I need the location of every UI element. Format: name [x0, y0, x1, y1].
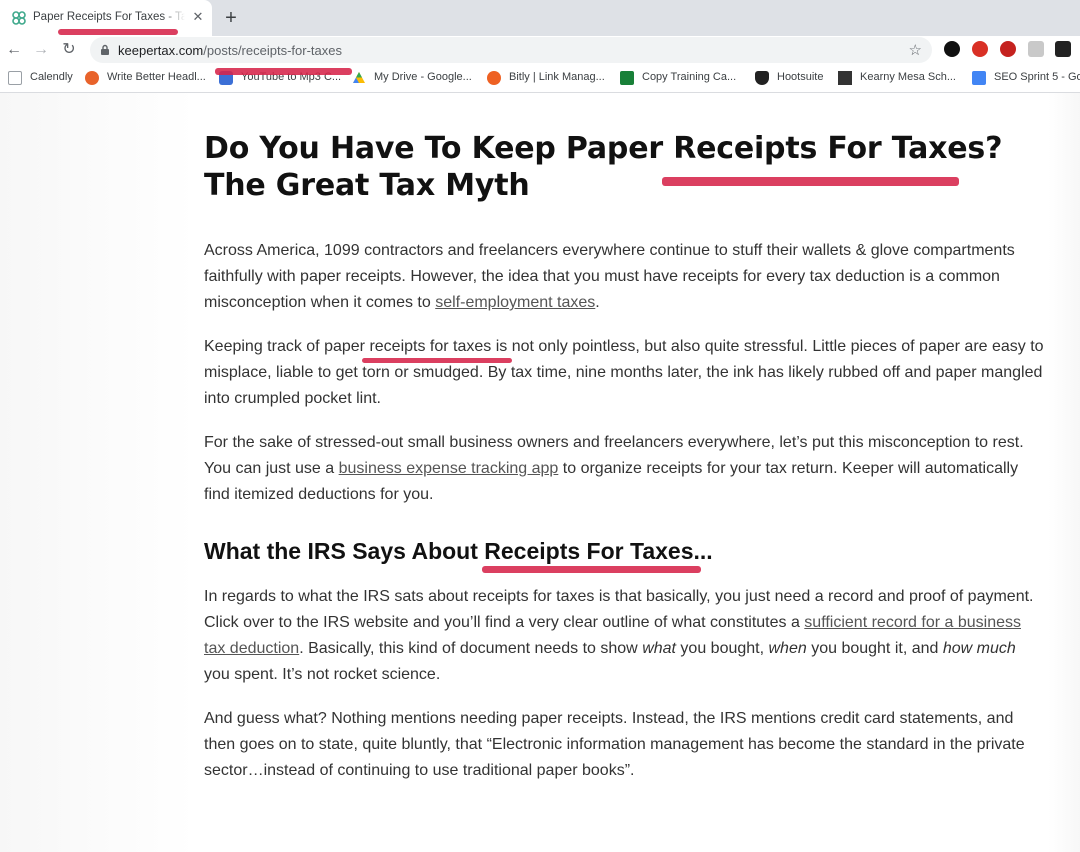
back-arrow-icon[interactable]: ← [4, 40, 24, 60]
url-text: keepertax.com/posts/receipts-for-taxes [118, 43, 342, 58]
bookmark-scribble [215, 68, 352, 75]
checkmark-extension-icon[interactable] [1055, 41, 1071, 57]
keeper-favicon-icon [12, 11, 26, 25]
bookmarks-bar: Calendly Write Better Headl... YouTube t… [0, 64, 1080, 93]
seo-extension-icon[interactable] [1000, 41, 1016, 57]
new-tab-icon[interactable]: + [220, 7, 242, 29]
plus-square-icon [620, 71, 634, 85]
right-margin [1048, 93, 1080, 852]
forward-arrow-icon[interactable]: → [31, 40, 51, 60]
calendar-icon [8, 71, 22, 85]
address-bar[interactable]: keepertax.com/posts/receipts-for-taxes ☆ [90, 37, 932, 63]
google-drive-icon [353, 72, 365, 83]
tab-title-scribble [58, 29, 178, 35]
left-margin [0, 93, 196, 852]
tab-title: Paper Receipts For Taxes - Tax [33, 11, 185, 23]
bitly-icon [487, 71, 501, 85]
self-employment-taxes-link[interactable]: self-employment taxes [435, 294, 595, 311]
close-tab-icon[interactable]: ✕ [191, 10, 205, 24]
paragraph-intro: Across America, 1099 contractors and fre… [204, 242, 1015, 311]
ibc-icon [838, 71, 852, 85]
browser-toolbar: ← → ↻ keepertax.com/posts/receipts-for-t… [0, 36, 1080, 64]
owl-icon [755, 71, 769, 85]
reload-icon[interactable]: ↻ [59, 40, 79, 60]
speech-bubble-extension-icon[interactable] [944, 41, 960, 57]
title-underline-scribble [662, 177, 959, 186]
lock-icon [101, 44, 109, 55]
receipts-underline-scribble [362, 358, 512, 363]
article-title: Do You Have To Keep Paper Receipts For T… [204, 131, 1003, 203]
heading-underline-scribble [482, 566, 701, 573]
business-expense-tracking-app-link[interactable]: business expense tracking app [339, 460, 559, 477]
check-circle-icon [85, 71, 99, 85]
paragraph-keeping-track: Keeping track of paper receipts for taxe… [204, 338, 1044, 407]
grey-extension-icon[interactable] [1028, 41, 1044, 57]
paragraph-stressed-out: For the sake of stressed-out small busin… [204, 434, 1024, 503]
google-docs-icon [972, 71, 986, 85]
section-heading: What the IRS Says About Receipts For Tax… [204, 538, 713, 564]
adblock-extension-icon[interactable] [972, 41, 988, 57]
bookmark-star-icon[interactable]: ☆ [909, 41, 922, 59]
paragraph-irs-record: In regards to what the IRS sats about re… [204, 588, 1034, 683]
paragraph-guess-what: And guess what? Nothing mentions needing… [204, 710, 1025, 779]
